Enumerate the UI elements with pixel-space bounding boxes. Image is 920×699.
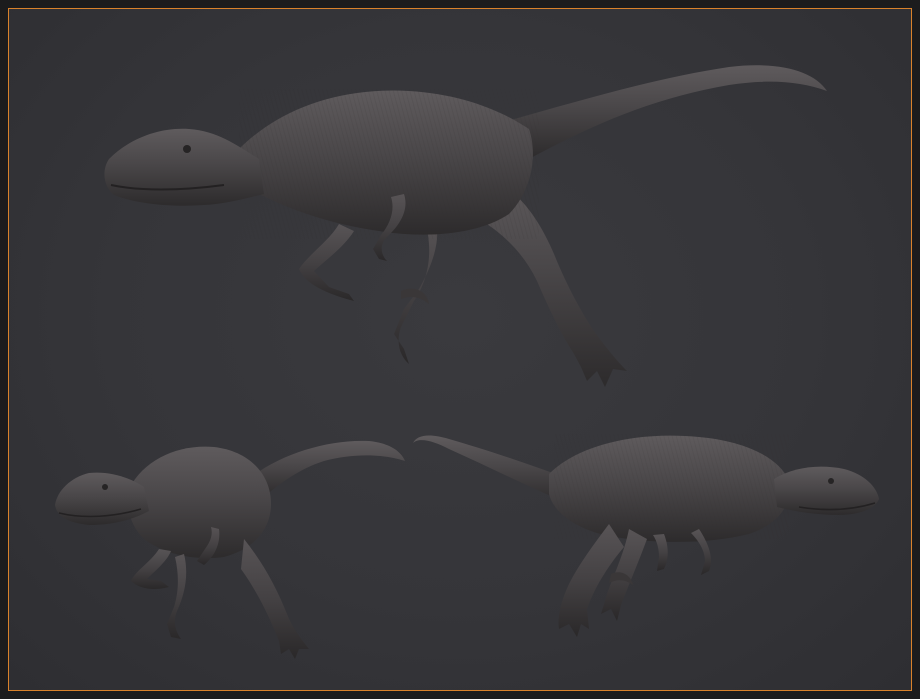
tail [249, 440, 405, 497]
dinosaur-large-top [104, 65, 827, 387]
neck-head [774, 466, 879, 515]
tail [413, 435, 569, 504]
dinosaur-bottom-right [413, 434, 879, 637]
hind-leg-right [241, 539, 309, 659]
sickle-claw [401, 288, 429, 304]
eye [183, 145, 191, 153]
outer-frame [0, 0, 920, 699]
eye [828, 478, 834, 484]
arm [131, 549, 171, 589]
render-canvas [55, 65, 879, 659]
eye [102, 484, 108, 490]
render-viewport [8, 8, 912, 691]
hind-leg-left [167, 554, 187, 639]
body [127, 446, 272, 559]
dinosaur-bottom-left [55, 440, 405, 659]
